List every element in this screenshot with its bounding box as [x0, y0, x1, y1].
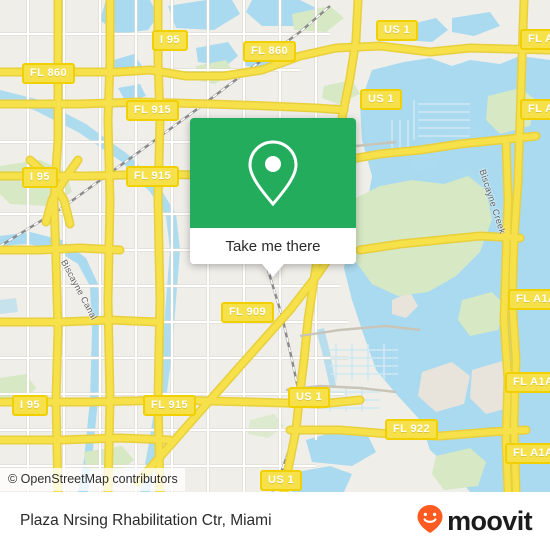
- popup-pointer-tail: [262, 264, 284, 277]
- road-label-us1-4: US 1: [260, 470, 303, 491]
- location-popup-card[interactable]: Take me there: [190, 118, 356, 277]
- road-label-fl860-2: FL 860: [22, 63, 76, 84]
- road-label-i95-3: I 95: [12, 395, 48, 416]
- road-label-fla1a-4: FL A1A: [505, 372, 550, 393]
- moovit-smiley-pin-icon: [416, 504, 444, 539]
- road-label-fla1a-3: FL A1A: [508, 289, 550, 310]
- map-attribution[interactable]: © OpenStreetMap contributors: [0, 468, 185, 491]
- road-label-fl909-1: FL 909: [221, 302, 275, 323]
- popup-body: Take me there: [190, 118, 356, 264]
- road-label-us1-3: US 1: [288, 387, 331, 408]
- road-label-fla1a-2: FL A1A: [520, 99, 550, 120]
- take-me-there-button[interactable]: Take me there: [190, 228, 356, 264]
- road-label-fla1a-5: FL A1A: [505, 443, 550, 464]
- map-screenshot: I 95 FL 860 US 1 FL A1A FL 860 FL 915 US 1 FL A…: [0, 0, 550, 550]
- road-label-fla1a-1: FL A1A: [520, 29, 550, 50]
- popup-image-area: [190, 118, 356, 228]
- attribution-text: © OpenStreetMap contributors: [8, 472, 178, 486]
- place-title: Plaza Nrsing Rhabilitation Ctr, Miami: [20, 512, 272, 529]
- location-pin-icon: [245, 138, 301, 208]
- footer-bar: Plaza Nrsing Rhabilitation Ctr, Miami mo…: [0, 492, 550, 550]
- road-label-fl922-1: FL 922: [385, 419, 439, 440]
- moovit-logo[interactable]: moovit: [416, 504, 533, 539]
- road-label-fl915-3: FL 915: [143, 395, 197, 416]
- road-label-fl915-2: FL 915: [126, 166, 180, 187]
- road-label-us1-1: US 1: [376, 20, 419, 41]
- road-label-i95-1: I 95: [152, 30, 188, 51]
- take-me-there-label: Take me there: [225, 237, 321, 255]
- road-label-fl860-1: FL 860: [243, 41, 297, 62]
- road-label-fl915-1: FL 915: [126, 100, 180, 121]
- moovit-wordmark: moovit: [447, 505, 533, 536]
- road-label-i95-2: I 95: [22, 167, 58, 188]
- map-canvas[interactable]: I 95 FL 860 US 1 FL A1A FL 860 FL 915 US 1 FL A…: [0, 0, 550, 492]
- road-label-us1-2: US 1: [360, 89, 403, 110]
